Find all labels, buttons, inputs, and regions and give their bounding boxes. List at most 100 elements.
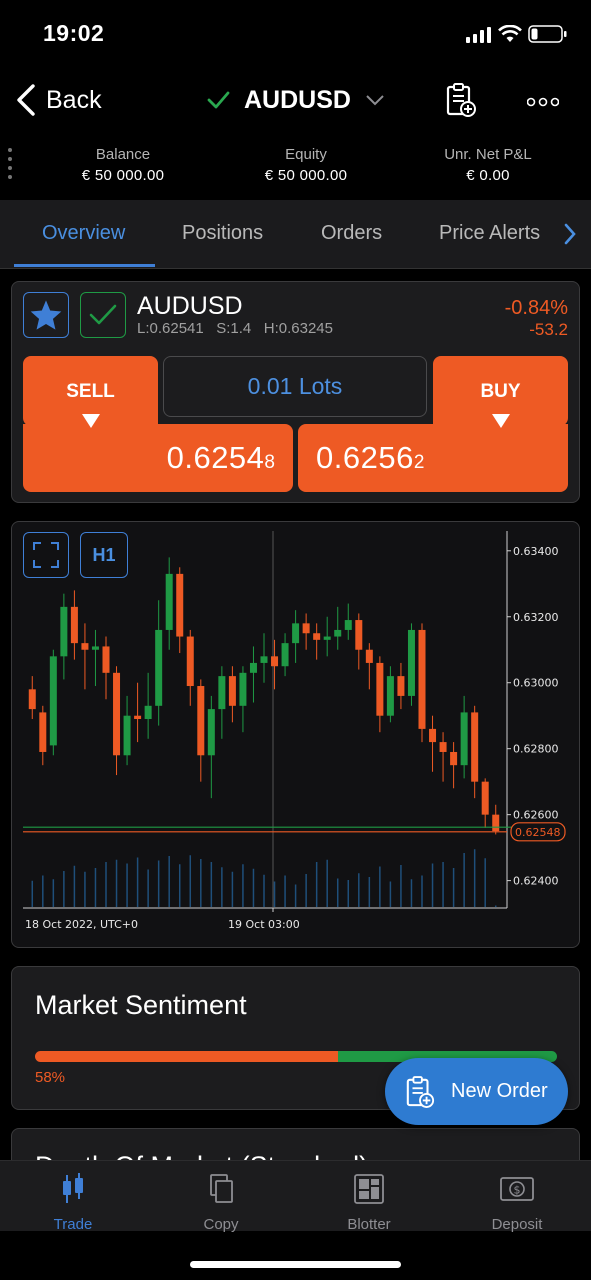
buy-price-main: 0.6256 [316,440,414,475]
candle-body [355,620,363,650]
equity-label: Equity [285,146,327,163]
symbol-selector[interactable]: AUDUSD [206,82,385,118]
back-button[interactable]: Back [16,80,102,120]
candle-body [155,629,163,706]
back-chevron-icon [17,84,35,116]
candle-body [81,643,89,650]
sell-price: 0.62548 [23,440,275,476]
clipboard-add-icon[interactable] [445,82,477,123]
candle-body [302,623,310,634]
balance-summary: Balance € 50 000.00 [33,146,213,184]
candle-body [271,656,279,667]
change-points: -53.2 [529,320,568,339]
candle-body [102,646,110,673]
clipboard-add-icon [406,1075,435,1108]
y-tick-label: 0.63200 [513,611,559,624]
star-icon [30,300,62,330]
status-time: 19:02 [43,20,105,46]
candle-body [39,712,47,752]
candle-body [144,705,152,719]
candle-body [207,709,215,756]
candle-body [165,573,173,630]
bottom-nav: Trade Copy Blotter $ Deposit [0,1160,591,1233]
candle-body [344,620,352,630]
tab-price-alerts[interactable]: Price Alerts [439,222,540,245]
candle-body [292,623,300,644]
sell-arrow-icon [81,413,101,434]
tabs-scroll-right-icon[interactable] [563,222,577,251]
nav-deposit[interactable]: $ Deposit [462,1173,572,1233]
new-order-button[interactable]: New Order [385,1058,568,1125]
candle-body [376,662,384,716]
sentiment-title: Market Sentiment [35,990,247,1020]
back-label: Back [46,85,102,114]
price-chart[interactable]: 0.63400 0.63200 0.63000 0.62800 0.62600 0.624… [11,521,580,948]
pnl-label: Unr. Net P&L [444,146,532,163]
candle-body [450,751,458,766]
pnl-summary: Unr. Net P&L € 0.00 [398,146,578,184]
sell-price-main: 0.6254 [166,440,265,475]
balance-label: Balance [95,146,151,163]
candle-body [460,712,468,766]
candle-body [407,629,415,696]
tab-bar: Overview Positions Orders Price Alerts [0,200,591,269]
buy-arrow-icon [491,413,511,434]
fullscreen-button[interactable] [23,532,69,578]
sentiment-sell-percent: 58% [35,1069,66,1086]
tab-orders[interactable]: Orders [321,222,382,245]
change-percent: -0.84% [504,297,568,319]
candle-body [28,689,36,710]
sell-label: SELL [66,381,115,402]
deposit-icon: $ [500,1177,534,1201]
pnl-value: € 0.00 [466,167,510,184]
balance-value: € 50 000.00 [81,167,165,184]
instrument-stats: L:0.62541 S:1.4 H:0.63245 [137,320,333,337]
candle-body [386,676,394,716]
candle-body [239,672,247,706]
candle-body [439,742,447,752]
candle-body [492,814,500,832]
buy-label: BUY [480,381,521,402]
nav-blotter-label: Blotter [347,1216,391,1233]
timeframe-button[interactable]: H1 [80,532,128,578]
nav-deposit-label: Deposit [491,1216,543,1233]
new-order-label: New Order [451,1080,548,1102]
nav-copy[interactable]: Copy [166,1173,276,1233]
nav-trade[interactable]: Trade [18,1173,128,1233]
x-axis-label: 18 Oct 2022, UTC+0 [25,918,138,931]
candle-body [186,636,194,687]
buy-price: 0.62562 [316,440,424,476]
instrument-symbol: AUDUSD [137,292,243,320]
svg-text:$: $ [514,1184,521,1197]
candle-body [49,656,57,746]
candle-body [260,656,268,663]
drag-handle[interactable] [8,148,14,184]
candle-body [281,643,289,667]
tradable-toggle[interactable] [80,292,126,338]
candle-body [365,649,373,663]
candle-body [471,712,479,782]
fullscreen-icon [33,542,59,568]
candle-body [176,573,184,637]
lots-input[interactable]: 0.01 Lots [163,356,427,417]
wifi-icon [498,24,522,48]
nav-blotter[interactable]: Blotter [314,1173,424,1233]
signal-icon [466,27,492,48]
candle-body [197,686,205,756]
y-tick-label: 0.63400 [513,545,559,558]
tab-overview[interactable]: Overview [42,222,125,245]
copy-icon [210,1174,233,1203]
battery-icon [528,24,568,49]
candle-body [123,715,131,756]
home-indicator [190,1261,401,1268]
checkmark-icon [89,304,117,325]
x-axis-label: 19 Oct 03:00 [228,918,300,931]
candle-body [228,676,236,706]
more-icon[interactable] [526,94,560,112]
favorite-button[interactable] [23,292,69,338]
candle-body [70,606,78,644]
blotter-icon [354,1174,384,1204]
sell-price-pip: 8 [264,452,275,473]
tab-positions[interactable]: Positions [182,222,263,245]
equity-value: € 50 000.00 [264,167,348,184]
